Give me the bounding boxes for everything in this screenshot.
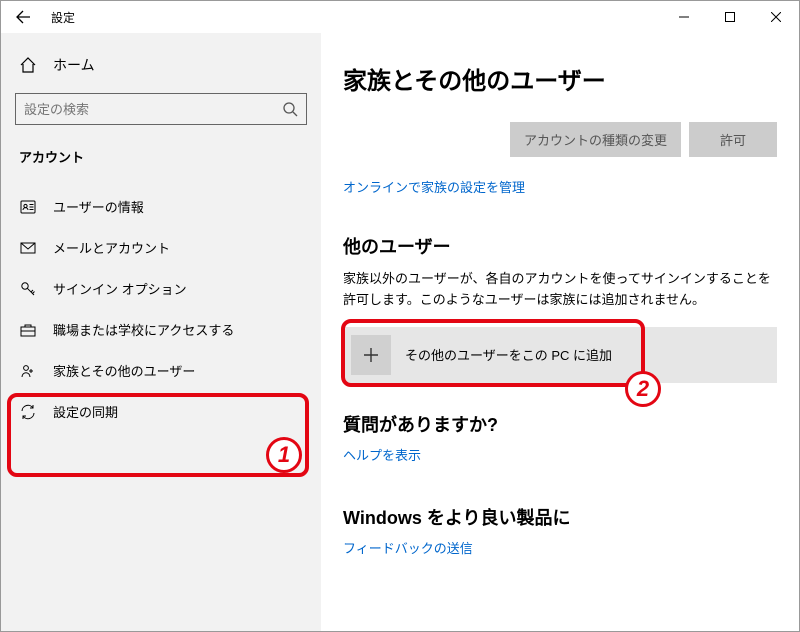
- change-account-type-button[interactable]: アカウントの種類の変更: [510, 122, 681, 157]
- sidebar-item-label: 家族とその他のユーザー: [53, 361, 195, 380]
- add-user-label: その他のユーザーをこの PC に追加: [405, 345, 612, 364]
- feedback-link[interactable]: フィードバックの送信: [343, 538, 777, 557]
- add-user-button[interactable]: その他のユーザーをこの PC に追加: [343, 327, 777, 383]
- question-title: 質問がありますか?: [343, 411, 777, 437]
- maximize-button[interactable]: [707, 1, 753, 33]
- sync-icon: [19, 403, 37, 421]
- sidebar-item-work[interactable]: 職場または学校にアクセスする: [1, 309, 321, 350]
- key-icon: [19, 280, 37, 298]
- titlebar: 設定: [1, 1, 799, 33]
- family-icon: [19, 362, 37, 380]
- main-panel: 家族とその他のユーザー アカウントの種類の変更 許可 オンラインで家族の設定を管…: [321, 33, 799, 631]
- search-input[interactable]: [24, 102, 282, 117]
- account-buttons-row: アカウントの種類の変更 許可: [343, 122, 777, 157]
- window-title: 設定: [51, 9, 75, 26]
- content-area: ホーム アカウント ユーザーの情報 メールとアカウント サインイン オプション …: [1, 33, 799, 631]
- sidebar: ホーム アカウント ユーザーの情報 メールとアカウント サインイン オプション …: [1, 33, 321, 631]
- email-icon: [19, 239, 37, 257]
- other-users-desc: 家族以外のユーザーが、各自のアカウントを使ってサインインすることを許可します。こ…: [343, 269, 777, 311]
- back-button[interactable]: [13, 7, 33, 27]
- user-info-icon: [19, 198, 37, 216]
- window-controls: [661, 1, 799, 33]
- nav-list: ユーザーの情報 メールとアカウント サインイン オプション 職場または学校にアク…: [1, 186, 321, 432]
- close-button[interactable]: [753, 1, 799, 33]
- sidebar-item-your-info[interactable]: ユーザーの情報: [1, 186, 321, 227]
- page-title: 家族とその他のユーザー: [343, 61, 777, 96]
- sidebar-item-label: 設定の同期: [53, 402, 118, 421]
- minimize-button[interactable]: [661, 1, 707, 33]
- home-label: ホーム: [53, 55, 95, 75]
- sidebar-item-signin[interactable]: サインイン オプション: [1, 268, 321, 309]
- briefcase-icon: [19, 321, 37, 339]
- back-arrow-icon: [15, 9, 31, 25]
- sidebar-item-label: 職場または学校にアクセスする: [53, 320, 234, 339]
- maximize-icon: [725, 12, 735, 22]
- plus-box: [351, 335, 391, 375]
- allow-button[interactable]: 許可: [689, 122, 777, 157]
- home-icon: [19, 56, 37, 74]
- close-icon: [771, 12, 781, 22]
- search-icon: [282, 101, 298, 117]
- sidebar-item-label: ユーザーの情報: [53, 197, 144, 216]
- sidebar-section-header: アカウント: [1, 139, 321, 174]
- manage-family-link[interactable]: オンラインで家族の設定を管理: [343, 180, 525, 195]
- sidebar-item-sync[interactable]: 設定の同期: [1, 391, 321, 432]
- search-box[interactable]: [15, 93, 307, 125]
- help-link[interactable]: ヘルプを表示: [343, 445, 777, 464]
- plus-icon: [362, 346, 380, 364]
- sidebar-item-label: サインイン オプション: [53, 279, 187, 298]
- better-windows-title: Windows をより良い製品に: [343, 504, 777, 530]
- home-nav[interactable]: ホーム: [1, 47, 321, 83]
- titlebar-left: 設定: [13, 7, 75, 27]
- sidebar-item-label: メールとアカウント: [53, 238, 170, 257]
- sidebar-item-email[interactable]: メールとアカウント: [1, 227, 321, 268]
- minimize-icon: [679, 12, 689, 22]
- other-users-title: 他のユーザー: [343, 233, 777, 259]
- sidebar-item-family[interactable]: 家族とその他のユーザー: [1, 350, 321, 391]
